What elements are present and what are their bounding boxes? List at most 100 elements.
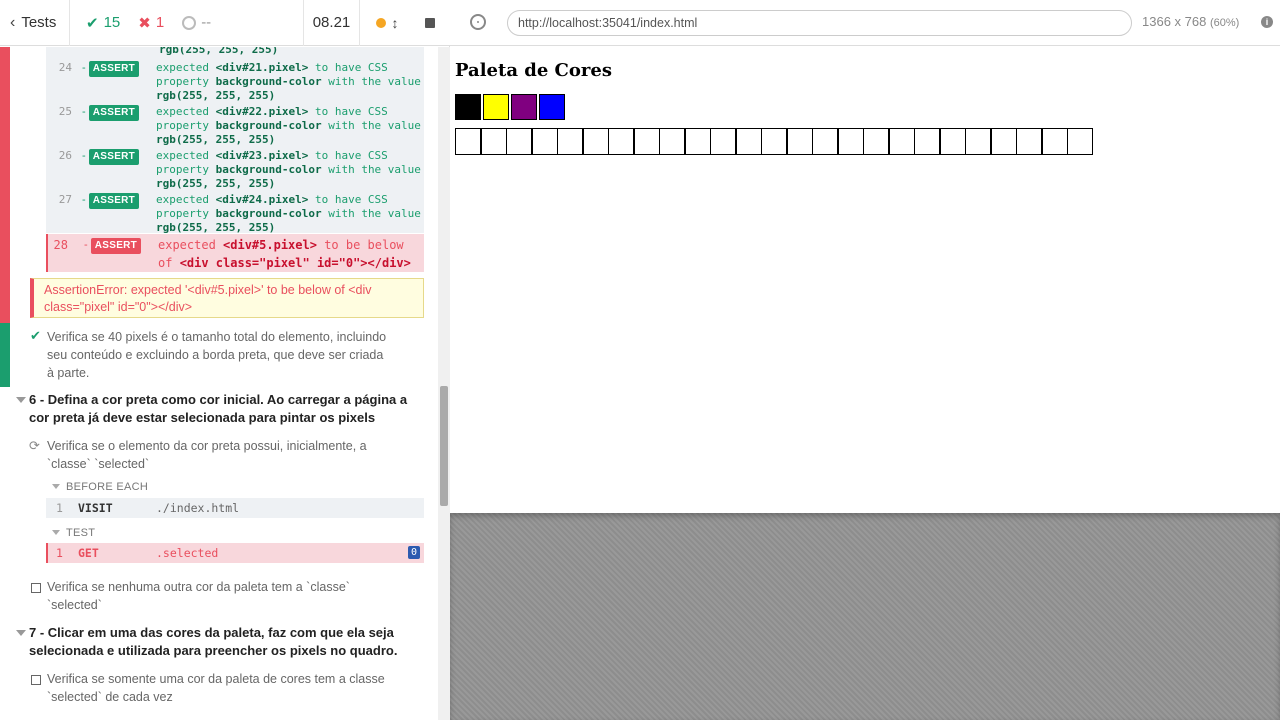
x-icon: ✖ xyxy=(138,14,151,32)
pixel[interactable] xyxy=(480,128,507,155)
pixel[interactable] xyxy=(939,128,966,155)
command-row-27[interactable]: 27 - ASSERT expected <div#24.pixel> to h… xyxy=(46,189,424,234)
tests-button[interactable]: ‹ Tests xyxy=(0,0,70,46)
assert-rows: 24 - ASSERT expected <div#21.pixel> to h… xyxy=(46,57,424,234)
pending-stat[interactable]: -- xyxy=(182,14,211,31)
pixel[interactable] xyxy=(1041,128,1068,155)
pixel[interactable] xyxy=(914,128,940,155)
command-number: 28 xyxy=(53,238,68,252)
collapse-triangle-icon[interactable] xyxy=(16,397,26,403)
pixel[interactable] xyxy=(761,128,787,155)
url-bar[interactable]: http://localhost:35041/index.html xyxy=(507,10,1132,36)
test-title-pending[interactable]: Verifica se nenhuma outra cor da paleta … xyxy=(47,578,397,614)
error-message: AssertionError: expected '<div#5.pixel>'… xyxy=(44,283,372,314)
duration-value: 08.21 xyxy=(312,14,351,31)
pixel[interactable] xyxy=(684,128,711,155)
failed-count: 1 xyxy=(155,14,165,31)
selector-playground-icon[interactable] xyxy=(470,14,486,30)
scroll-toggle-icon: ↕ xyxy=(391,14,399,31)
suite-7-title[interactable]: 7 - Clicar em uma das cores da paleta, f… xyxy=(29,624,421,660)
element-count-badge: 0 xyxy=(407,546,420,559)
assert-failed-badge: ASSERT xyxy=(90,238,142,254)
assert-badge: ASSERT xyxy=(88,149,140,165)
scrollbar-thumb[interactable] xyxy=(440,386,448,506)
viewport-scale: (60%) xyxy=(1209,17,1240,29)
passed-stat[interactable]: ✔ 15 xyxy=(86,14,120,32)
collapse-triangle-icon[interactable] xyxy=(16,630,26,636)
pixel[interactable] xyxy=(786,128,813,155)
collapse-triangle-icon[interactable] xyxy=(52,484,60,489)
visit-command-row[interactable]: 1 VISIT ./index.html xyxy=(46,498,424,518)
assert-message: expected <div#21.pixel> to have CSS prop… xyxy=(156,61,421,102)
pending-count: -- xyxy=(201,14,212,31)
run-controls: ↕ xyxy=(360,0,450,46)
command-row-25[interactable]: 25 - ASSERT expected <div#22.pixel> to h… xyxy=(46,101,424,146)
suite-6-title[interactable]: 6 - Defina a cor preta como cor inicial.… xyxy=(29,391,421,427)
test-title-pending[interactable]: Verifica se somente uma cor da paleta de… xyxy=(47,670,397,706)
viewport-size: 1366 x 768 xyxy=(1142,14,1207,29)
pixel[interactable] xyxy=(990,128,1017,155)
scrollbar-track[interactable] xyxy=(438,47,450,720)
assert-badge: ASSERT xyxy=(88,61,140,77)
assert-message: expected <div#22.pixel> to have CSS prop… xyxy=(156,105,421,146)
pixel[interactable] xyxy=(659,128,685,155)
command-row-26[interactable]: 26 - ASSERT expected <div#23.pixel> to h… xyxy=(46,145,424,190)
running-dot-icon xyxy=(375,17,386,28)
pixel[interactable] xyxy=(633,128,660,155)
viewport-info: 1366 x 768 (60%) xyxy=(1142,14,1239,29)
assert-message: expected <div#24.pixel> to have CSS prop… xyxy=(156,193,421,234)
application-frame xyxy=(451,47,1280,513)
assertion-error-box[interactable]: AssertionError: expected '<div#5.pixel>'… xyxy=(30,278,424,318)
pixel[interactable] xyxy=(1016,128,1042,155)
pixel[interactable] xyxy=(863,128,889,155)
running-indicator[interactable]: ↕ xyxy=(375,14,399,31)
spinner-icon: ⟳ xyxy=(29,438,40,453)
pending-checkbox-icon xyxy=(31,583,41,593)
command-number: 27 xyxy=(58,193,72,206)
command-row-28-failed[interactable]: 28 - ASSERT expected <div#5.pixel> to be… xyxy=(46,234,424,272)
pixel[interactable] xyxy=(1067,128,1093,155)
palette-color[interactable] xyxy=(455,94,481,120)
pixel[interactable] xyxy=(506,128,532,155)
failed-test-indicator xyxy=(0,47,10,323)
pixel[interactable] xyxy=(608,128,634,155)
pending-circle-icon xyxy=(182,15,197,30)
test-label[interactable]: TEST xyxy=(66,527,95,539)
command-number: 24 xyxy=(58,61,72,74)
before-each-label[interactable]: BEFORE EACH xyxy=(66,481,148,493)
palette-color[interactable] xyxy=(539,94,565,120)
get-command-row[interactable]: 1 GET .selected 0 xyxy=(46,543,424,563)
assert-message: expected <div#23.pixel> to have CSS prop… xyxy=(156,149,421,190)
failed-stat[interactable]: ✖ 1 xyxy=(138,14,164,32)
pixel[interactable] xyxy=(965,128,991,155)
pixel[interactable] xyxy=(735,128,762,155)
assert-failed-message: expected <div#5.pixel> to be below of <d… xyxy=(158,238,411,270)
command-number: 25 xyxy=(58,105,72,118)
aut-background xyxy=(450,513,1280,720)
pixel[interactable] xyxy=(455,128,481,155)
palette-color[interactable] xyxy=(483,94,509,120)
pixel[interactable] xyxy=(582,128,609,155)
reporter-header: ‹ Tests ✔ 15 ✖ 1 -- 08.21 ↕ xyxy=(0,0,450,46)
pixel[interactable] xyxy=(557,128,583,155)
command-row-24[interactable]: 24 - ASSERT expected <div#21.pixel> to h… xyxy=(46,57,424,102)
stop-icon[interactable] xyxy=(424,17,435,28)
page-title: Paleta de Cores xyxy=(455,60,612,81)
pixel[interactable] xyxy=(837,128,864,155)
pixel[interactable] xyxy=(531,128,558,155)
pixel[interactable] xyxy=(710,128,736,155)
info-icon[interactable]: i xyxy=(1261,16,1273,28)
pixel[interactable] xyxy=(812,128,838,155)
pending-checkbox-icon xyxy=(31,675,41,685)
command-row[interactable]: rgb(255, 255, 255) xyxy=(46,47,424,56)
test-title-passed[interactable]: Verifica se 40 pixels é o tamanho total … xyxy=(47,328,387,382)
passed-count: 15 xyxy=(103,14,121,31)
pixel[interactable] xyxy=(888,128,915,155)
assert-value: rgb(255, 255, 255) xyxy=(159,47,279,56)
palette-color[interactable] xyxy=(511,94,537,120)
check-icon: ✔ xyxy=(30,328,41,343)
collapse-triangle-icon[interactable] xyxy=(52,530,60,535)
duration: 08.21 xyxy=(304,0,360,46)
command-number: 26 xyxy=(58,149,72,162)
test-title-running[interactable]: Verifica se o elemento da cor preta poss… xyxy=(47,437,407,473)
